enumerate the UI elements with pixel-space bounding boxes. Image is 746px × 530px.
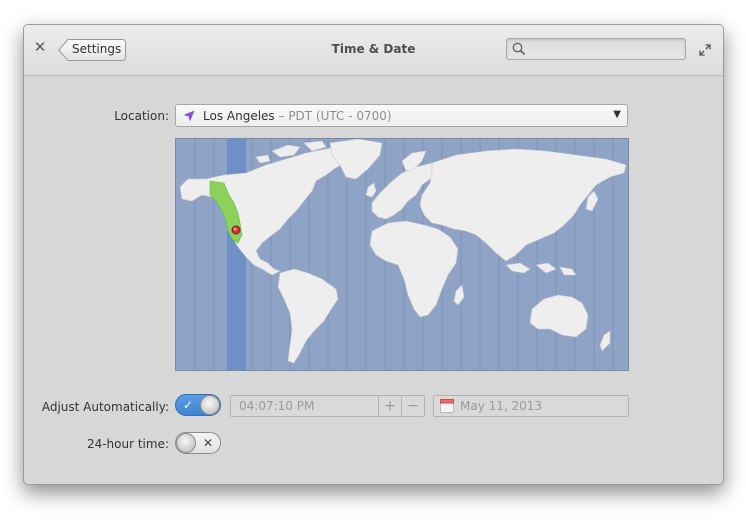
hour24-label: 24-hour time: [86,437,169,451]
titlebar: ✕ Settings Time & Date [24,25,723,76]
hour24-switch[interactable]: ✕ [175,432,221,454]
location-value: Los Angeles – PDT (UTC - 0700) [203,109,392,123]
switch-knob [176,433,196,453]
maximize-icon[interactable] [699,44,711,56]
switch-knob [200,395,220,415]
search-field[interactable] [506,38,686,60]
checkmark-icon: ✓ [183,398,194,412]
time-value: 04:07:10 PM [239,399,315,413]
date-field[interactable]: May 11, 2013 [433,395,629,417]
location-city: Los Angeles [203,109,275,123]
time-field[interactable]: 04:07:10 PM + − [230,395,425,417]
adjust-automatically-label: Adjust Automatically: [41,400,169,414]
increment-button[interactable]: + [378,396,401,416]
search-icon [512,42,526,56]
pin-highlight [233,227,237,231]
location-timezone: PDT (UTC - 0700) [288,109,392,123]
search-input[interactable] [531,41,685,59]
location-separator: – [274,109,289,123]
location-arrow-icon [183,110,195,122]
location-dropdown[interactable]: Los Angeles – PDT (UTC - 0700) ▼ [175,104,628,127]
world-map [176,139,628,370]
location-label: Location: [114,109,169,123]
decrement-button[interactable]: − [401,396,424,416]
date-value: May 11, 2013 [460,399,543,413]
x-icon: ✕ [203,436,214,450]
triangle-down-icon: ▼ [613,109,621,120]
settings-window: ✕ Settings Time & Date Location: Los Ang… [23,24,724,485]
adjust-automatically-switch[interactable]: ✓ [175,394,221,416]
calendar-icon [440,399,454,413]
timezone-map[interactable] [175,138,629,371]
location-pin-icon [231,225,241,235]
